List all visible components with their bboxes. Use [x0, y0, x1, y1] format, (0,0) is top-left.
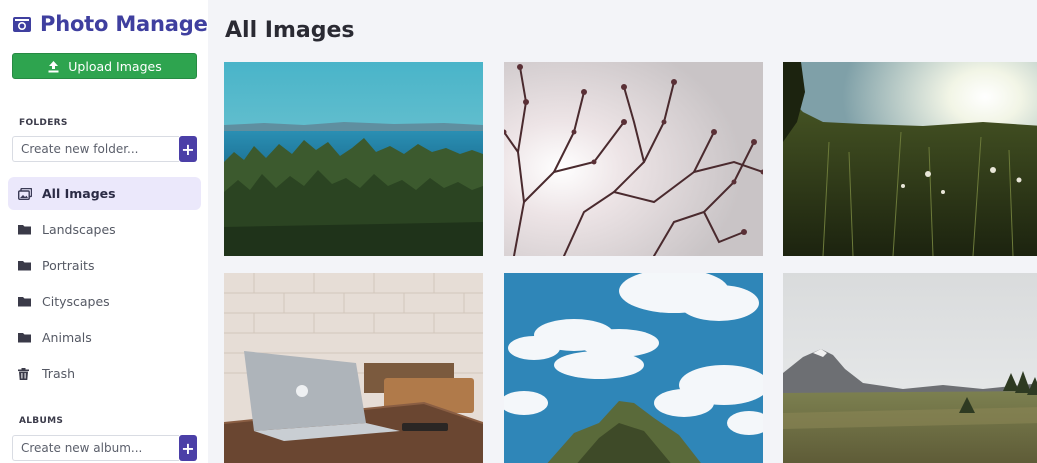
image-thumbnail-meadow[interactable]: [783, 62, 1037, 256]
images-icon: [18, 187, 32, 200]
upload-icon: [48, 60, 59, 72]
new-folder-input[interactable]: [12, 136, 179, 162]
sidebar-item-label: Landscapes: [42, 222, 116, 237]
sidebar-item-animals[interactable]: Animals: [8, 321, 201, 354]
sidebar-item-label: Cityscapes: [42, 294, 110, 309]
image-thumbnail-laptop[interactable]: [224, 273, 483, 463]
laptop-on-desk-photo: [224, 273, 483, 463]
page-title: All Images: [225, 18, 355, 43]
sidebar-item-label: Animals: [42, 330, 92, 345]
folder-icon: [18, 260, 32, 272]
coastal-forest-photo: [224, 62, 483, 256]
new-album-row: +: [12, 435, 197, 461]
brand: Photo Manager: [12, 12, 218, 36]
image-thumbnail-branches[interactable]: [504, 62, 763, 256]
image-thumbnail-mountain[interactable]: [783, 273, 1037, 463]
sidebar: Photo Manager Upload Images FOLDERS + Al…: [0, 0, 218, 463]
folders-heading: FOLDERS: [19, 118, 68, 128]
add-album-button[interactable]: +: [179, 435, 197, 461]
sidebar-item-label: All Images: [42, 186, 116, 201]
app-title: Photo Manager: [40, 12, 218, 36]
sidebar-item-landscapes[interactable]: Landscapes: [8, 213, 201, 246]
upload-images-label: Upload Images: [68, 58, 162, 74]
sidebar-item-label: Portraits: [42, 258, 95, 273]
trash-icon: [18, 367, 32, 380]
plus-icon: +: [181, 438, 195, 458]
folder-icon: [18, 224, 32, 236]
plus-icon: +: [181, 139, 195, 159]
sidebar-item-all-images[interactable]: All Images: [8, 177, 201, 210]
sunlit-meadow-photo: [783, 62, 1037, 256]
camera-icon: [13, 17, 31, 32]
main-content: All Images: [208, 0, 1037, 463]
sidebar-item-trash[interactable]: Trash: [8, 357, 201, 390]
folder-icon: [18, 296, 32, 308]
clouds-over-rock-photo: [504, 273, 763, 463]
new-folder-row: +: [12, 136, 197, 162]
upload-images-button[interactable]: Upload Images: [12, 53, 197, 79]
image-thumbnail-coastal-forest[interactable]: [224, 62, 483, 256]
add-folder-button[interactable]: +: [179, 136, 197, 162]
app-window: Photo Manager Upload Images FOLDERS + Al…: [0, 0, 1037, 463]
sidebar-item-cityscapes[interactable]: Cityscapes: [8, 285, 201, 318]
image-thumbnail-clouds[interactable]: [504, 273, 763, 463]
branches-against-sun-photo: [504, 62, 763, 256]
albums-heading: ALBUMS: [19, 416, 64, 426]
sidebar-item-portraits[interactable]: Portraits: [8, 249, 201, 282]
sidebar-item-label: Trash: [42, 366, 76, 381]
folder-icon: [18, 332, 32, 344]
mountain-valley-photo: [783, 273, 1037, 463]
new-album-input[interactable]: [12, 435, 179, 461]
